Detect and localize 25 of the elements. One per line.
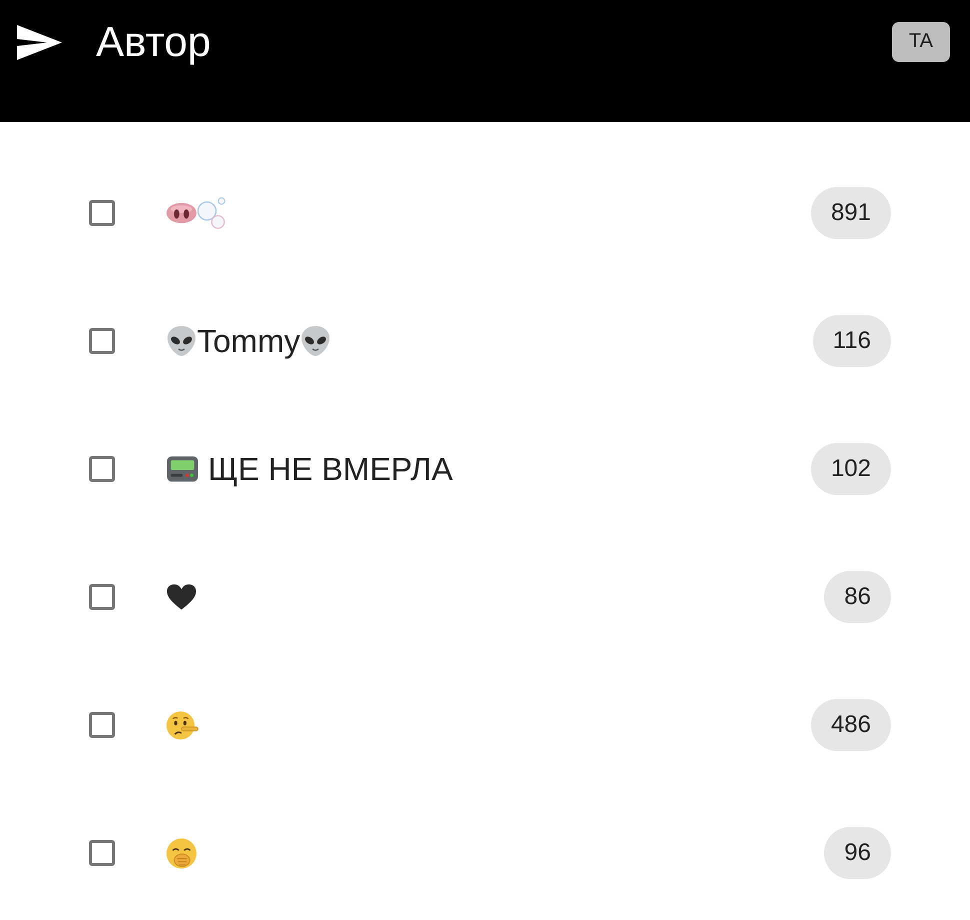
message-count: 86 <box>824 571 891 623</box>
author-name: ЩЕ НЕ ВМЕРЛА <box>208 450 453 488</box>
pig-nose-icon <box>166 202 197 224</box>
message-count: 486 <box>810 699 891 751</box>
avatar-button[interactable]: TA <box>892 22 950 62</box>
checkbox[interactable] <box>89 712 115 738</box>
author-name: Tommy <box>197 322 300 360</box>
checkbox[interactable] <box>89 200 115 226</box>
alien-icon <box>166 324 197 357</box>
heart-icon <box>166 583 197 611</box>
send-icon[interactable] <box>17 24 62 60</box>
pager-icon <box>166 454 199 483</box>
yawning-face-icon <box>166 838 197 868</box>
message-count: 102 <box>810 443 891 495</box>
alien-icon <box>300 324 332 357</box>
checkbox[interactable] <box>89 456 115 482</box>
message-count: 891 <box>810 187 891 239</box>
message-count: 96 <box>824 827 891 879</box>
message-count: 116 <box>812 315 891 367</box>
long-nose-face-icon <box>166 710 199 740</box>
header-title: Автор <box>96 18 211 66</box>
bubbles-icon <box>197 197 227 229</box>
checkbox[interactable] <box>89 584 115 610</box>
checkbox[interactable] <box>89 840 115 866</box>
checkbox[interactable] <box>89 328 115 354</box>
